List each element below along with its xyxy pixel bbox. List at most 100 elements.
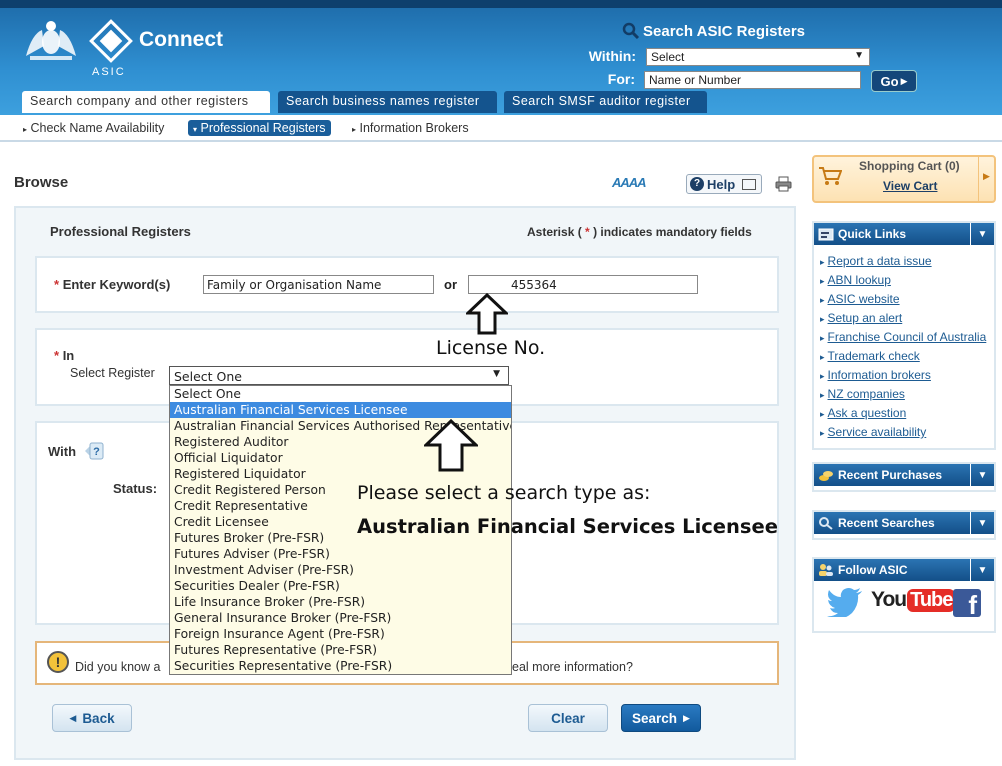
arrow-up-icon — [466, 293, 508, 335]
text-size-icon[interactable]: AAAA — [612, 175, 647, 190]
recent-searches-title: Recent Searches — [838, 516, 935, 530]
quick-link[interactable]: Trademark check — [820, 349, 920, 363]
register-option[interactable]: Futures Adviser (Pre-FSR) — [170, 546, 511, 562]
quick-link[interactable]: Report a data issue — [820, 254, 932, 268]
quick-link[interactable]: Franchise Council of Australia — [820, 330, 987, 344]
register-option[interactable]: Foreign Insurance Agent (Pre-FSR) — [170, 626, 511, 642]
asterisk-icon: * — [585, 225, 590, 239]
tab-business-names[interactable]: Search business names register — [278, 91, 497, 113]
tab-search-company[interactable]: Search company and other registers — [22, 91, 270, 113]
arrow-down-icon: ▾ — [193, 125, 198, 134]
svg-text:?: ? — [93, 446, 100, 458]
recent-purchases-title: Recent Purchases — [838, 468, 943, 482]
keyword-input[interactable]: Family or Organisation Name — [203, 275, 434, 294]
help-icon: ? — [690, 177, 704, 191]
subnav-professional-registers[interactable]: ▾ Professional Registers — [188, 120, 331, 136]
quick-link[interactable]: NZ companies — [820, 387, 905, 401]
register-option[interactable]: Select One — [170, 386, 511, 402]
connect-title: Connect — [139, 28, 223, 51]
instruction-line-2: Australian Financial Services Licensee — [357, 515, 778, 538]
for-input[interactable]: Name or Number — [644, 71, 861, 89]
quick-links-header[interactable]: Quick Links ▼ — [814, 223, 994, 245]
with-label: With — [48, 444, 77, 459]
subnav-information-brokers[interactable]: ▸ Information Brokers — [347, 120, 474, 136]
chevron-down-icon: ▼ — [493, 369, 500, 379]
quick-link[interactable]: Ask a question — [820, 406, 907, 420]
go-button-label: Go — [880, 73, 899, 89]
arrow-right-icon: ▸ — [23, 125, 28, 134]
within-select-value: Select — [651, 50, 685, 64]
tab-smsf-auditor[interactable]: Search SMSF auditor register — [504, 91, 707, 113]
keyword-label: * Enter Keyword(s) — [54, 277, 170, 292]
subnav-information-brokers-label: Information Brokers — [359, 121, 469, 135]
register-option[interactable]: General Insurance Broker (Pre-FSR) — [170, 610, 511, 626]
tip-text-end: eal more information? — [512, 660, 633, 674]
follow-asic-title: Follow ASIC — [838, 563, 908, 577]
register-option[interactable]: Australian Financial Services Licensee — [170, 402, 511, 418]
search-registers-title: Search ASIC Registers — [622, 22, 805, 40]
chevron-down-icon[interactable]: ▼ — [970, 223, 994, 245]
search-icon — [622, 22, 640, 40]
facebook-icon[interactable]: f — [953, 589, 981, 617]
subnav-professional-registers-label: Professional Registers — [200, 121, 326, 135]
twitter-icon[interactable] — [827, 587, 863, 617]
quick-link[interactable]: ASIC website — [820, 292, 900, 306]
register-option[interactable]: Futures Representative (Pre-FSR) — [170, 642, 511, 658]
shopping-cart-title: Shopping Cart (0) — [859, 159, 960, 173]
print-icon[interactable] — [775, 176, 792, 192]
back-button[interactable]: ◀ Back — [52, 704, 132, 732]
back-button-label: Back — [82, 710, 115, 726]
within-select[interactable]: Select ▼ — [646, 48, 870, 66]
people-icon — [819, 564, 833, 576]
arrow-right-icon: ▸ — [352, 125, 357, 134]
chevron-down-icon[interactable]: ▼ — [970, 559, 994, 581]
keyword-label-text: Enter Keyword(s) — [62, 277, 171, 292]
chevron-down-icon[interactable]: ▼ — [970, 464, 994, 486]
quick-links-title: Quick Links — [838, 227, 907, 241]
chevron-down-icon[interactable]: ▼ — [970, 512, 994, 534]
asic-logo-icon — [89, 19, 133, 63]
instruction-line-1: Please select a search type as: — [357, 482, 651, 504]
follow-asic-header[interactable]: Follow ASIC ▼ — [814, 559, 994, 581]
mandatory-note: Asterisk ( * ) indicates mandatory field… — [527, 225, 752, 239]
in-label: * In — [54, 348, 74, 363]
quick-link[interactable]: ABN lookup — [820, 273, 891, 287]
subnav-check-name[interactable]: ▸ Check Name Availability — [18, 120, 169, 136]
register-option[interactable]: Investment Adviser (Pre-FSR) — [170, 562, 511, 578]
youtube-icon[interactable]: You Tube — [871, 588, 956, 612]
select-register-label: Select Register — [70, 366, 155, 380]
mandatory-note-post: ) indicates mandatory fields — [593, 225, 752, 239]
arrow-right-icon: ▶ — [900, 75, 908, 86]
arrow-right-icon: ▶ — [683, 712, 690, 723]
licence-number-input[interactable]: 455364 — [468, 275, 698, 294]
required-marker: * — [54, 348, 60, 363]
help-button[interactable]: ? Help — [686, 174, 762, 194]
quick-links-icon — [818, 228, 834, 241]
cart-expand-button[interactable]: ▶ — [978, 156, 994, 202]
header-top-strip — [0, 0, 1002, 8]
go-button[interactable]: Go ▶ — [871, 70, 917, 92]
arrow-up-icon — [424, 419, 478, 472]
search-button[interactable]: Search ▶ — [621, 704, 701, 732]
register-option[interactable]: Securities Dealer (Pre-FSR) — [170, 578, 511, 594]
page-title: Browse — [14, 174, 69, 191]
clear-button[interactable]: Clear — [528, 704, 608, 732]
view-cart-link[interactable]: View Cart — [883, 179, 937, 193]
youtube-you-text: You — [871, 588, 907, 611]
license-annotation: License No. — [436, 337, 546, 359]
quick-link[interactable]: Service availability — [820, 425, 927, 439]
youtube-tube-text: Tube — [907, 588, 956, 612]
in-label-text: In — [62, 348, 75, 363]
help-tooltip-icon[interactable]: ? — [84, 442, 104, 460]
quick-link[interactable]: Setup an alert — [820, 311, 903, 325]
register-select[interactable]: Select One ▼ — [169, 366, 509, 385]
recent-purchases-header[interactable]: Recent Purchases ▼ — [814, 464, 994, 486]
register-option[interactable]: Life Insurance Broker (Pre-FSR) — [170, 594, 511, 610]
register-option[interactable]: Securities Representative (Pre-FSR) — [170, 658, 511, 674]
arrow-right-icon: ▶ — [983, 171, 990, 181]
clear-button-label: Clear — [551, 710, 585, 726]
status-label: Status: — [113, 481, 158, 496]
quick-link[interactable]: Information brokers — [820, 368, 931, 382]
subnav-check-name-label: Check Name Availability — [30, 121, 165, 135]
recent-searches-header[interactable]: Recent Searches ▼ — [814, 512, 994, 534]
